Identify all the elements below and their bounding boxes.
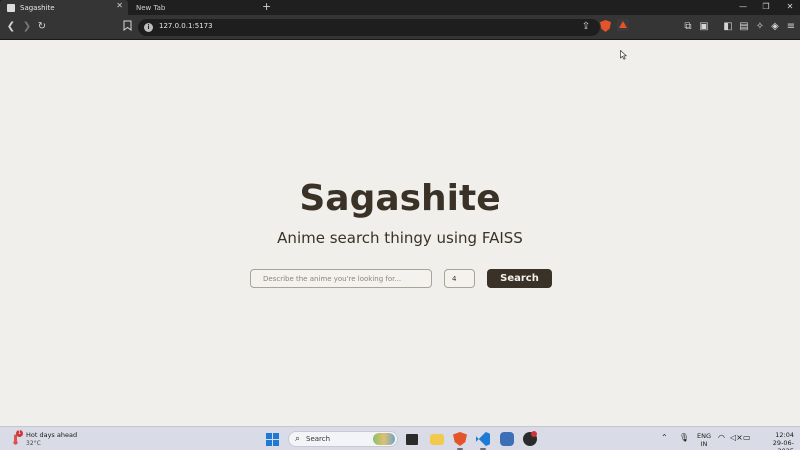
tab-label: Sagashite — [20, 3, 55, 12]
close-tab-icon[interactable]: ✕ — [116, 1, 123, 10]
result-count-input[interactable] — [444, 269, 475, 288]
page-favicon-icon — [7, 3, 15, 12]
tab-label: New Tab — [136, 3, 166, 12]
url-text[interactable]: 127.0.0.1:5173 — [159, 22, 213, 30]
anime-search-input[interactable] — [250, 269, 432, 288]
system-clock[interactable]: 12:04 29-06-2025 — [758, 431, 794, 450]
mouse-cursor-icon — [620, 45, 628, 64]
notification-badge — [531, 431, 537, 437]
search-highlight-art — [373, 433, 395, 445]
site-info-icon[interactable]: i — [144, 23, 153, 32]
clock-time: 12:04 — [775, 431, 794, 439]
vpn-icon[interactable]: ◈ — [768, 20, 782, 34]
browser-toolbar: ❮ ❯ ↻ i 127.0.0.1:5173 ⇪ ⧉ ▣ ◧ ▤ ✧ ◈ ≡ — [0, 15, 800, 40]
volume-muted-icon[interactable]: ◁× — [730, 433, 743, 442]
language-line1: ENG — [697, 432, 712, 440]
tab-sagashite[interactable]: Sagashite ✕ — [0, 0, 128, 15]
tab-new-tab[interactable]: New Tab — [129, 0, 254, 15]
weather-temp: 32°C — [26, 440, 41, 447]
battery-icon[interactable]: ▭ — [743, 433, 751, 442]
close-window-icon[interactable]: ✕ — [780, 0, 800, 15]
minimize-icon[interactable]: — — [733, 0, 753, 15]
page-title: Sagashite — [299, 178, 501, 219]
taskbar-search-label: Search — [306, 435, 331, 443]
brave-browser-icon[interactable] — [453, 432, 467, 446]
brave-rewards-icon[interactable] — [617, 19, 629, 31]
show-hidden-icons-icon[interactable]: ⌃ — [661, 433, 668, 442]
weather-title: Hot days ahead — [26, 431, 78, 439]
leo-ai-icon[interactable]: ✧ — [753, 20, 767, 34]
share-icon[interactable]: ⇪ — [579, 20, 593, 34]
extensions-icon[interactable]: ⧉ — [681, 20, 695, 34]
brave-shields-icon[interactable] — [600, 20, 611, 32]
weather-alert-badge: 1 — [16, 430, 23, 437]
back-icon[interactable]: ❮ — [4, 20, 18, 34]
microphone-icon[interactable]: 🎙 — [679, 433, 689, 442]
restore-icon[interactable]: ❐ — [756, 0, 776, 15]
menu-icon[interactable]: ≡ — [784, 20, 798, 34]
language-line2: IN — [700, 440, 708, 448]
taskbar: 1 Hot days ahead 32°C ⌕ Search ⌃ 🎙 ENG I… — [0, 426, 800, 450]
task-view-icon[interactable] — [406, 434, 418, 445]
forward-icon[interactable]: ❯ — [20, 20, 34, 34]
sidebar-icon[interactable]: ◧ — [721, 20, 735, 34]
translate-icon[interactable]: ▣ — [697, 20, 711, 34]
app-icon[interactable] — [500, 432, 514, 446]
address-bar[interactable]: i 127.0.0.1:5173 ⇪ — [138, 19, 600, 36]
vscode-icon[interactable] — [476, 432, 490, 446]
wifi-icon[interactable]: ◠ — [718, 433, 725, 442]
new-tab-button[interactable]: + — [262, 0, 271, 14]
bookmark-icon[interactable] — [120, 20, 134, 34]
windows-start-icon[interactable] — [266, 433, 279, 446]
clock-date: 29-06-2025 — [772, 439, 794, 450]
language-indicator[interactable]: ENG IN — [697, 432, 711, 448]
taskbar-search-box[interactable]: ⌕ Search — [288, 431, 398, 447]
file-explorer-icon[interactable] — [430, 434, 444, 445]
page-subtitle: Anime search thingy using FAISS — [277, 229, 523, 247]
search-button[interactable]: Search — [487, 269, 552, 288]
wallet-icon[interactable]: ▤ — [737, 20, 751, 34]
tab-strip: Sagashite ✕ New Tab + — ❐ ✕ — [0, 0, 800, 15]
reload-icon[interactable]: ↻ — [35, 20, 49, 34]
search-icon: ⌕ — [295, 434, 301, 444]
